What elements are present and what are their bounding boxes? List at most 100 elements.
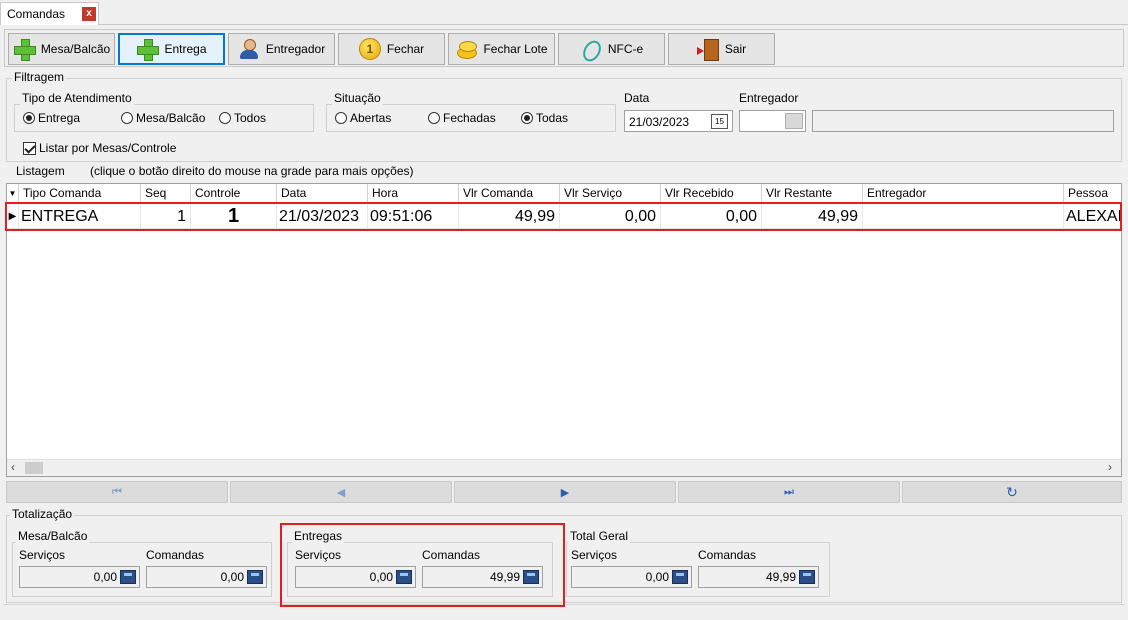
scroll-left-icon[interactable]: ‹ <box>11 460 15 474</box>
refresh-icon: ↻ <box>1006 483 1018 500</box>
checkbox[interactable] <box>23 141 36 155</box>
value: 0,00 <box>220 570 244 584</box>
nav-first-button[interactable]: ⏮ <box>6 481 228 503</box>
col-vlr-comanda[interactable]: Vlr Comanda <box>459 184 560 203</box>
cell-vlr-comanda: 49,99 <box>459 204 560 229</box>
exit-door-icon <box>696 38 719 61</box>
calculator-icon[interactable] <box>396 570 412 584</box>
cell-tipo-comanda: ENTREGA <box>19 204 141 229</box>
col-data[interactable]: Data <box>277 184 368 203</box>
col-hora[interactable]: Hora <box>368 184 459 203</box>
tab-label: Comandas <box>7 7 66 21</box>
tab-strip: Comandas x <box>0 0 1128 25</box>
comandas-grid[interactable]: ▼ Tipo Comanda Seq Controle Data Hora Vl… <box>6 183 1122 477</box>
calculator-icon[interactable] <box>247 570 263 584</box>
col-controle[interactable]: Controle <box>191 184 277 203</box>
scroll-right-icon[interactable]: › <box>1108 460 1112 474</box>
comandas-label: Comandas <box>146 548 205 562</box>
cell-vlr-recebido: 0,00 <box>661 204 762 229</box>
sair-label: Sair <box>724 42 747 56</box>
situacao-label: Situação <box>332 91 383 105</box>
entregador-code-input[interactable] <box>739 110 806 132</box>
col-tipo-comanda[interactable]: Tipo Comanda <box>19 184 141 203</box>
radio-label: Mesa/Balcão <box>136 111 206 125</box>
comandas-label: Comandas <box>422 548 481 562</box>
fechar-button[interactable]: 1 Fechar <box>338 33 445 65</box>
cell-data: 21/03/2023 <box>277 204 368 229</box>
radio-entrega[interactable]: Entrega <box>23 111 80 125</box>
calculator-icon[interactable] <box>120 570 136 584</box>
entregador-label: Entregador <box>265 42 326 56</box>
nav-refresh-button[interactable]: ↻ <box>902 481 1122 503</box>
totalizacao-title: Totalização <box>10 507 75 521</box>
fechar-lote-button[interactable]: Fechar Lote <box>448 33 555 65</box>
radio-button[interactable] <box>335 112 347 124</box>
value: 0,00 <box>369 570 393 584</box>
horizontal-scrollbar[interactable]: ‹ › <box>7 459 1121 476</box>
nav-last-button[interactable]: ⏭ <box>678 481 900 503</box>
checkbox-label: Listar por Mesas/Controle <box>39 141 177 155</box>
col-entregador[interactable]: Entregador <box>863 184 1064 203</box>
nfce-button[interactable]: NFC-e <box>558 33 665 65</box>
table-row[interactable]: ▶ ENTREGA 1 1 21/03/2023 09:51:06 49,99 … <box>7 204 1121 229</box>
cell-hora: 09:51:06 <box>368 204 459 229</box>
calculator-icon[interactable] <box>523 570 539 584</box>
total-geral-title: Total Geral <box>568 529 631 543</box>
tab-comandas[interactable]: Comandas x <box>0 2 99 25</box>
radio-button[interactable] <box>23 112 35 124</box>
toolbar: Mesa/Balcão Entrega Entregador 1 Fechar … <box>4 29 1124 67</box>
fechar-lote-label: Fechar Lote <box>483 42 548 56</box>
listar-mesas-checkbox[interactable]: Listar por Mesas/Controle <box>23 141 176 155</box>
radio-label: Todas <box>536 111 569 125</box>
row-pointer-icon: ▶ <box>7 204 19 229</box>
radio-label: Todos <box>234 111 267 125</box>
col-pessoa[interactable]: Pessoa <box>1064 184 1121 203</box>
nfce-icon <box>580 38 602 60</box>
close-icon[interactable]: x <box>82 7 96 21</box>
data-input[interactable]: 21/03/2023 15 <box>624 110 733 132</box>
plus-icon <box>13 38 36 61</box>
radio-button[interactable] <box>428 112 440 124</box>
radio-label: Abertas <box>350 111 392 125</box>
sair-button[interactable]: Sair <box>668 33 775 65</box>
fechar-label: Fechar <box>386 42 425 56</box>
cell-entregador <box>863 204 1064 229</box>
radio-button[interactable] <box>219 112 231 124</box>
radio-todos[interactable]: Todos <box>219 111 266 125</box>
calculator-icon[interactable] <box>672 570 688 584</box>
radio-label: Fechadas <box>443 111 496 125</box>
last-record-icon: ⏭ <box>784 485 794 498</box>
radio-todas[interactable]: Todas <box>521 111 568 125</box>
calculator-icon[interactable] <box>799 570 815 584</box>
status-bar <box>4 604 1124 618</box>
radio-label: Entrega <box>38 111 81 125</box>
scroll-thumb[interactable] <box>25 462 43 474</box>
radio-button[interactable] <box>521 112 533 124</box>
entregador-button[interactable]: Entregador <box>228 33 335 65</box>
col-vlr-servico[interactable]: Vlr Serviço <box>560 184 661 203</box>
radio-fechadas[interactable]: Fechadas <box>428 111 496 125</box>
nav-prior-button[interactable]: ◀ <box>230 481 452 503</box>
calendar-icon[interactable]: 15 <box>711 114 728 129</box>
data-label: Data <box>624 91 650 105</box>
nav-next-button[interactable]: ▶ <box>454 481 676 503</box>
entregas-title: Entregas <box>292 529 345 543</box>
cell-vlr-servico: 0,00 <box>560 204 661 229</box>
col-seq[interactable]: Seq <box>141 184 191 203</box>
entrega-button[interactable]: Entrega <box>118 33 225 65</box>
grid-header: ▼ Tipo Comanda Seq Controle Data Hora Vl… <box>7 184 1121 203</box>
nfce-label: NFC-e <box>607 42 644 56</box>
radio-abertas[interactable]: Abertas <box>335 111 391 125</box>
col-vlr-restante[interactable]: Vlr Restante <box>762 184 863 203</box>
col-vlr-recebido[interactable]: Vlr Recebido <box>661 184 762 203</box>
radio-button[interactable] <box>121 112 133 124</box>
mesa-balcao-button[interactable]: Mesa/Balcão <box>8 33 115 65</box>
cell-controle: 1 <box>191 204 277 229</box>
servicos-label: Serviços <box>19 548 66 562</box>
entregador-name-field <box>812 110 1114 132</box>
coin-icon: 1 <box>358 38 381 60</box>
servicos-label: Serviços <box>295 548 342 562</box>
radio-mesa-balcao[interactable]: Mesa/Balcão <box>121 111 205 125</box>
first-record-icon: ⏮ <box>112 485 122 498</box>
lookup-button[interactable] <box>785 113 803 129</box>
